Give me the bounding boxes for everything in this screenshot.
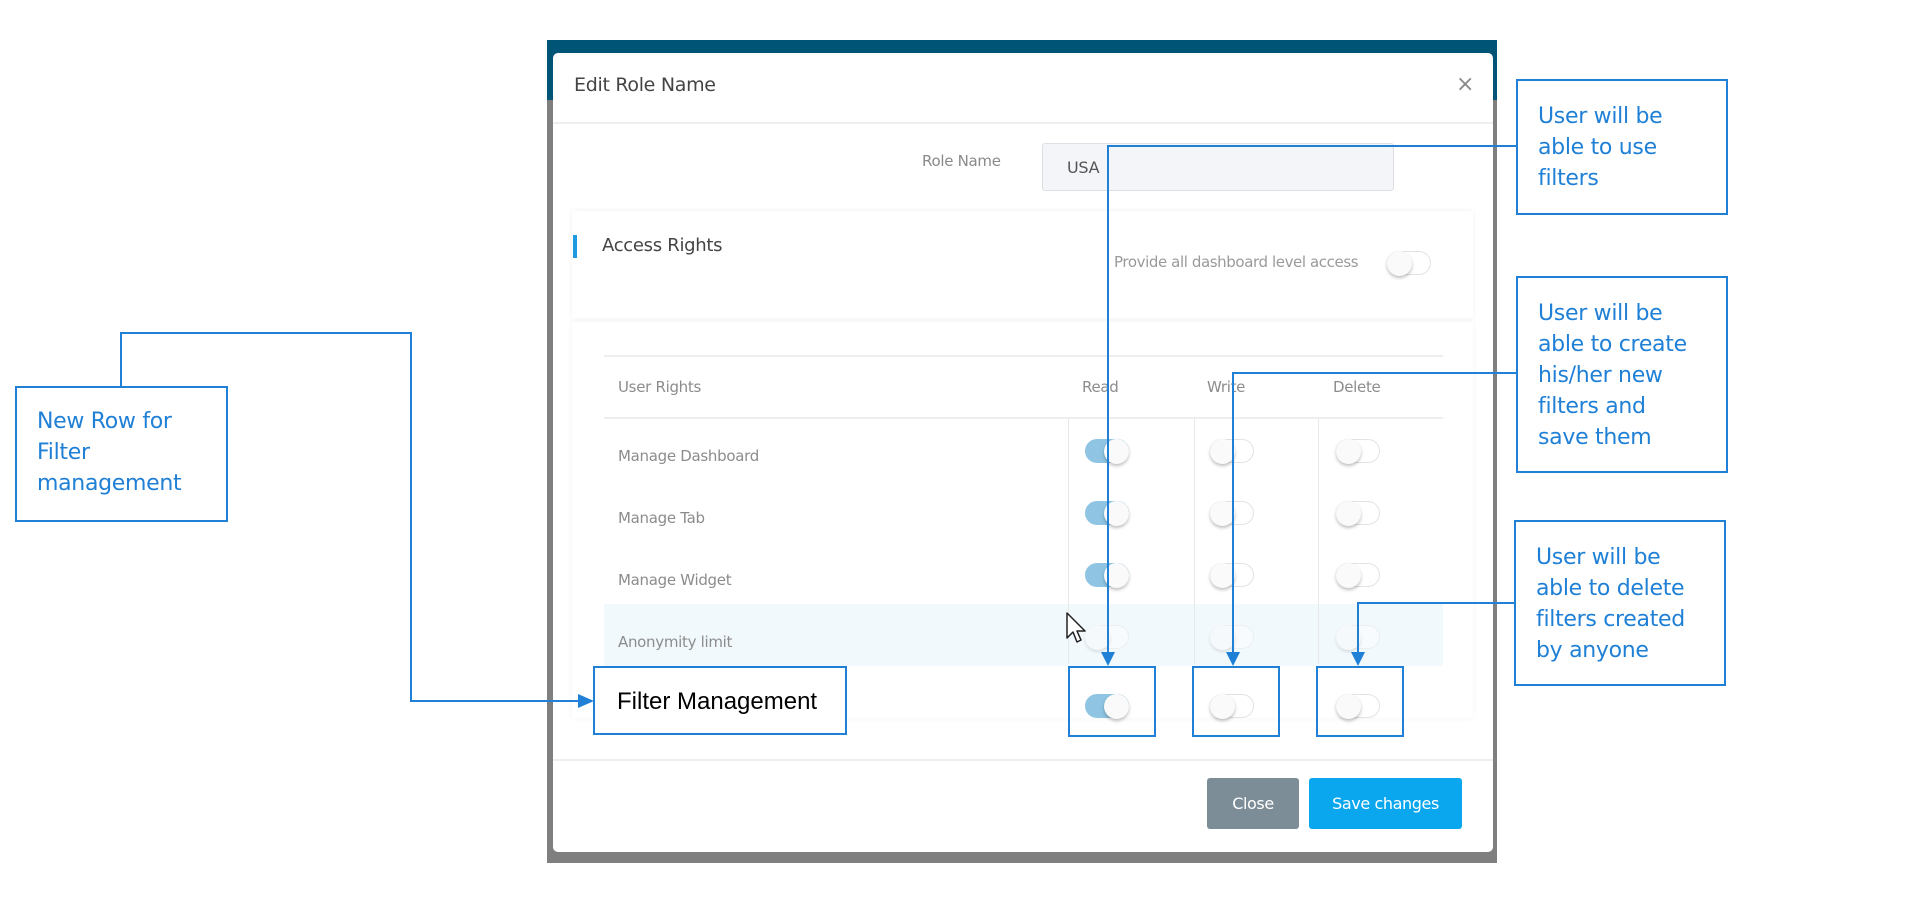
row-label: Manage Dashboard — [618, 447, 759, 465]
dialog-title: Edit Role Name — [574, 74, 716, 96]
filter-management-row-label: Filter Management — [593, 666, 847, 735]
section-accent-bar — [573, 235, 577, 258]
arrow-down-icon — [1226, 652, 1240, 666]
section-title: Access Rights — [602, 235, 723, 256]
toggle-knob — [1336, 439, 1361, 464]
delete-toggle-highlight — [1316, 666, 1404, 737]
delete-toggle[interactable] — [1336, 439, 1380, 464]
read-toggle-highlight — [1068, 666, 1156, 737]
header-divider — [553, 122, 1493, 124]
toggle-knob — [1387, 251, 1412, 276]
header-read: Read — [1082, 378, 1119, 396]
filter-management-label: Filter Management — [617, 688, 818, 715]
connector-line — [1232, 372, 1516, 374]
toggle-knob — [1336, 563, 1361, 588]
save-changes-button[interactable]: Save changes — [1309, 778, 1462, 829]
mouse-cursor-icon — [1066, 612, 1086, 643]
table-top-divider — [604, 355, 1443, 357]
connector-line — [1232, 372, 1234, 653]
connector-line — [1107, 145, 1109, 653]
row-label: Manage Tab — [618, 509, 705, 527]
connector-line — [410, 332, 412, 702]
annotation-new-row-text: New Row for Filter management — [37, 409, 182, 496]
delete-toggle[interactable] — [1336, 563, 1380, 588]
connector-line — [120, 332, 412, 334]
all-access-label: Provide all dashboard level access — [1114, 253, 1359, 271]
annotation-new-row: New Row for Filter management — [15, 386, 228, 522]
annotation-read-text: User will be able to use filters — [1538, 104, 1663, 191]
connector-line — [1357, 602, 1359, 653]
row-label: Anonymity limit — [618, 633, 733, 651]
delete-toggle[interactable] — [1336, 501, 1380, 526]
connector-line — [120, 332, 122, 387]
arrow-down-icon — [1351, 652, 1365, 666]
row-label: Manage Widget — [618, 571, 732, 589]
annotation-write-text: User will be able to create his/her new … — [1538, 301, 1687, 450]
footer-divider — [553, 759, 1493, 761]
header-write: Write — [1207, 378, 1246, 396]
annotation-read: User will be able to use filters — [1516, 79, 1728, 215]
column-divider — [1194, 419, 1195, 664]
close-button[interactable]: Close — [1207, 778, 1299, 829]
toggle-knob — [1336, 501, 1361, 526]
annotation-delete-text: User will be able to delete filters crea… — [1536, 545, 1685, 663]
all-access-toggle[interactable] — [1387, 251, 1431, 276]
connector-line — [410, 700, 580, 702]
header-delete: Delete — [1333, 378, 1381, 396]
column-divider — [1318, 419, 1319, 664]
connector-line — [1107, 145, 1517, 147]
annotation-write: User will be able to create his/her new … — [1516, 276, 1728, 473]
arrow-right-icon — [578, 694, 594, 708]
close-icon[interactable]: × — [1456, 72, 1474, 98]
write-toggle-highlight — [1192, 666, 1280, 737]
connector-line — [1357, 602, 1515, 604]
arrow-down-icon — [1101, 652, 1115, 666]
annotation-delete: User will be able to delete filters crea… — [1514, 520, 1726, 686]
header-user-rights: User Rights — [618, 378, 701, 396]
role-name-label: Role Name — [922, 152, 1001, 170]
role-name-input[interactable] — [1042, 143, 1394, 191]
